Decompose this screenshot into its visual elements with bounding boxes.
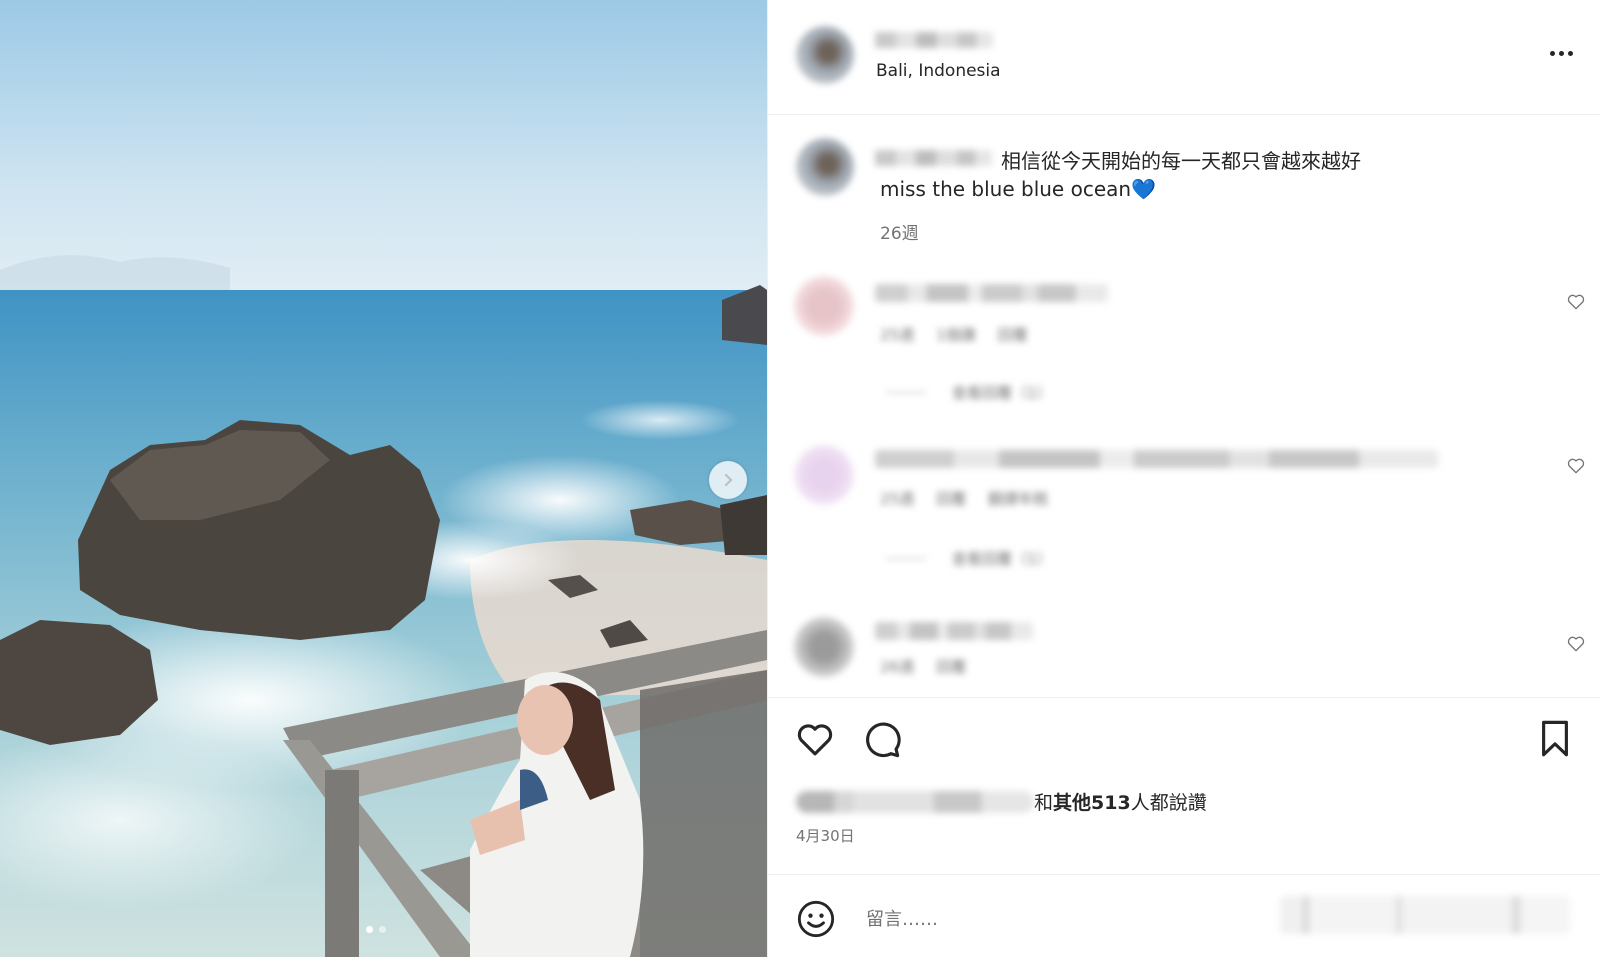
post-location[interactable]: Bali, Indonesia <box>876 61 1001 81</box>
author-avatar[interactable] <box>796 26 854 84</box>
comment-likes[interactable]: 1個讚 <box>936 324 976 345</box>
comment-avatar[interactable] <box>794 617 854 677</box>
caption-timestamp[interactable]: 26週 <box>880 219 919 244</box>
comment-reply-button[interactable]: 回覆 <box>998 324 1028 345</box>
comment-reply-button[interactable]: 回覆 <box>936 488 966 509</box>
comment-avatar[interactable] <box>794 276 854 336</box>
comment-time[interactable]: 25週 <box>880 324 914 345</box>
carousel-dot-active <box>366 926 373 933</box>
post-date[interactable]: 4月30日 <box>796 825 855 846</box>
comment-time[interactable]: 25週 <box>880 488 914 509</box>
post-side-panel: Bali, Indonesia 相信從今天開始的每一天都只會越來越好 miss … <box>767 0 1600 957</box>
comment-like-heart-icon[interactable] <box>1566 456 1586 476</box>
comment-bubble-icon[interactable] <box>860 718 902 760</box>
view-replies-button[interactable]: 查看回覆（1） <box>886 548 1052 569</box>
comment-translate-button[interactable]: 翻譯年糕 <box>988 488 1048 509</box>
comment-text-blurred <box>875 622 1033 640</box>
divider <box>886 558 926 559</box>
comment-like-heart-icon[interactable] <box>1566 292 1586 312</box>
comment-reply-button[interactable]: 回覆 <box>936 656 966 677</box>
likes-count[interactable]: 其他513 <box>1053 792 1131 814</box>
comment-like-heart-icon[interactable] <box>1566 634 1586 654</box>
comment-input[interactable] <box>864 901 1268 937</box>
likers-blurred[interactable] <box>796 790 1034 813</box>
comment-meta: 26週 回覆 <box>880 656 966 677</box>
more-horizontal-icon <box>1549 50 1555 56</box>
bookmark-icon[interactable] <box>1534 718 1576 760</box>
carousel-next-button[interactable] <box>709 461 747 499</box>
comment-text-blurred <box>875 450 1438 468</box>
chevron-right-icon <box>724 473 733 487</box>
post-header: Bali, Indonesia <box>768 0 1600 115</box>
view-replies-label: 查看回覆（1） <box>952 384 1052 402</box>
caption-text-line2: miss the blue blue ocean💙 <box>880 177 1156 201</box>
author-username-blurred[interactable] <box>875 32 993 48</box>
post-action-bar: 和其他513人都說讚 4月30日 <box>768 697 1600 858</box>
carousel-dot <box>379 926 386 933</box>
caption-author-avatar[interactable] <box>796 138 854 196</box>
caption-text-line1: 相信從今天開始的每一天都只會越來越好 <box>1001 149 1361 173</box>
beach-photo <box>0 0 767 957</box>
heart-icon[interactable] <box>794 718 836 760</box>
comment-text-blurred <box>875 284 1108 302</box>
carousel-dots <box>366 926 386 933</box>
view-replies-label: 查看回覆（1） <box>952 550 1052 568</box>
post-photo[interactable] <box>0 0 767 957</box>
likes-summary[interactable]: 和其他513人都說讚 <box>796 788 1207 815</box>
comment-meta: 25週 1個讚 回覆 <box>880 324 1028 345</box>
more-options-button[interactable] <box>1543 38 1579 68</box>
comment-time[interactable]: 26週 <box>880 656 914 677</box>
likes-text: 和其他513人都說讚 <box>1034 792 1207 814</box>
comment-avatar[interactable] <box>794 445 854 505</box>
emoji-icon[interactable] <box>796 899 836 939</box>
comment-meta: 25週 回覆 翻譯年糕 <box>880 488 1048 509</box>
post-comment-button-blurred[interactable] <box>1280 896 1570 934</box>
comment-composer <box>768 874 1600 958</box>
caption-username-blurred[interactable] <box>875 150 992 166</box>
view-replies-button[interactable]: 查看回覆（1） <box>886 382 1052 403</box>
divider <box>886 392 926 393</box>
